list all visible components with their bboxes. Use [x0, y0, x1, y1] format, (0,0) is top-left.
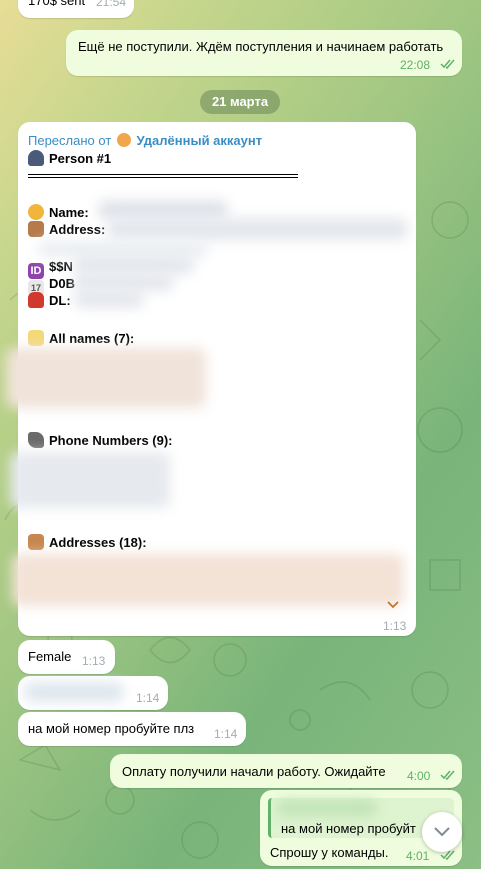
- message-text: на мой номер пробуйте плз: [28, 721, 195, 736]
- forwarded-label: Переслано от: [28, 133, 112, 148]
- chevron-down-icon[interactable]: [386, 600, 400, 610]
- person-heading: Person #1: [28, 150, 111, 167]
- forwarded-message-card[interactable]: Переслано от Удалённый аккаунт Person #1…: [6, 122, 416, 636]
- addresses-field: Addresses (18):: [28, 534, 147, 551]
- message-time: 4:00: [407, 769, 431, 783]
- message-time: 1:13: [82, 654, 106, 668]
- message-bubble-incoming[interactable]: 1:14: [18, 676, 168, 710]
- date-separator: 21 марта: [200, 90, 280, 114]
- name-field: Name:: [28, 204, 89, 221]
- reply-quote-text: на мой номер пробуйт: [281, 821, 416, 836]
- redacted-block: [98, 200, 228, 220]
- message-time: 1:13: [383, 619, 407, 633]
- forwarded-header[interactable]: Переслано от Удалённый аккаунт: [28, 132, 262, 149]
- redacted-block: [74, 273, 174, 291]
- smile-icon: [28, 204, 44, 220]
- person-icon: [28, 150, 44, 166]
- person-title: Person #1: [49, 151, 112, 166]
- chevron-down-icon: [434, 827, 450, 837]
- message-text: Female: [28, 649, 72, 664]
- message-text: 170$ sent: [28, 0, 86, 8]
- phone-icon: [28, 432, 44, 448]
- message-bubble-outgoing[interactable]: Ещё не поступили. Ждём поступления и нач…: [66, 30, 462, 76]
- home-icon: [28, 534, 44, 550]
- forwarded-account: Удалённый аккаунт: [136, 133, 263, 148]
- dl-field: DL:: [28, 292, 71, 309]
- address-field: Address:: [28, 221, 105, 238]
- message-time: 1:14: [136, 691, 160, 705]
- redacted-block: [74, 256, 194, 274]
- redacted-block: [277, 800, 377, 816]
- double-check-icon: [440, 770, 455, 780]
- car-icon: [28, 292, 44, 308]
- redacted-block: [108, 218, 408, 240]
- message-text: Ещё не поступили. Ждём поступления и нач…: [78, 39, 444, 54]
- all-names-field: All names (7):: [28, 330, 134, 347]
- message-time: 1:14: [214, 727, 238, 741]
- message-text: Спрошу у команды.: [270, 845, 389, 860]
- message-time: 4:01: [406, 849, 430, 863]
- message-time: 22:08: [400, 58, 431, 72]
- message-time: 21:54: [96, 0, 127, 9]
- redacted-block: [74, 290, 144, 308]
- phone-numbers-field: Phone Numbers (9):: [28, 432, 173, 449]
- redacted-block: [24, 682, 124, 702]
- redacted-block: [12, 554, 404, 606]
- ghost-icon: [116, 133, 131, 147]
- memo-icon: [28, 330, 44, 346]
- double-check-icon: [440, 59, 455, 69]
- redacted-block: [6, 348, 206, 408]
- divider: [28, 174, 298, 178]
- scroll-down-button[interactable]: [422, 812, 462, 852]
- message-text: Оплату получили начали работу. Ожидайте: [122, 764, 386, 779]
- message-bubble-outgoing[interactable]: Оплату получили начали работу. Ожидайте …: [110, 754, 462, 788]
- message-bubble-incoming[interactable]: на мой номер пробуйте плз 1:14: [18, 712, 246, 746]
- house-icon: [28, 221, 44, 237]
- message-bubble-incoming[interactable]: Female 1:13: [18, 640, 115, 674]
- redacted-block: [10, 452, 170, 508]
- message-bubble-incoming[interactable]: 170$ sent 21:54: [18, 0, 134, 18]
